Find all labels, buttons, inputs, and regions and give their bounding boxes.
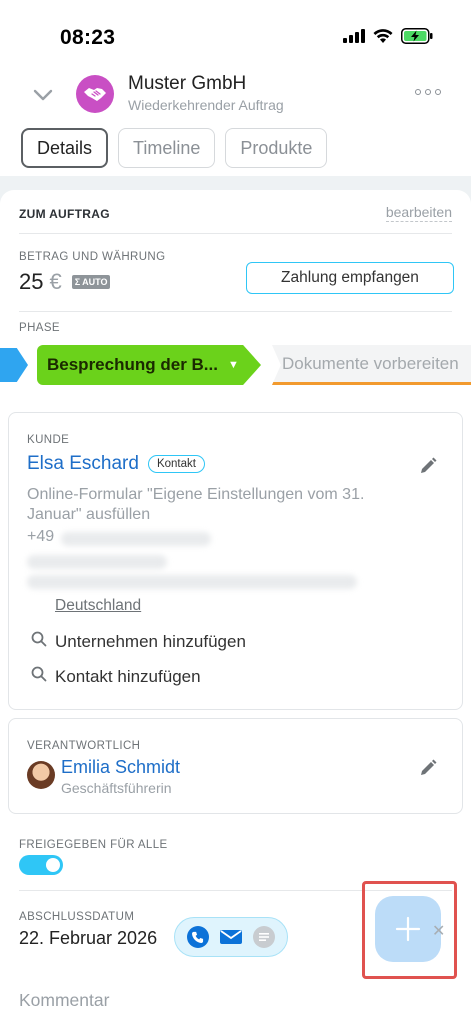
- mail-icon[interactable]: [219, 926, 242, 948]
- phase-current[interactable]: Besprechung der B... ▼: [37, 345, 261, 385]
- phase-next-label: Dokumente vorbereiten: [282, 353, 459, 373]
- plus-icon: [395, 916, 421, 942]
- contact-badge: Kontakt: [147, 455, 205, 473]
- phase-selector: Besprechung der B... ▼ Dokumente vorbere…: [0, 345, 471, 385]
- phone-prefix: +49: [27, 528, 55, 545]
- handshake-icon: [76, 75, 114, 113]
- responsible-label: VERANTWORTLICH: [27, 740, 141, 752]
- client-phone[interactable]: +49: [27, 528, 54, 546]
- more-options-icon[interactable]: [415, 86, 441, 98]
- responsible-name[interactable]: Emilia Schmidt: [61, 757, 180, 778]
- shared-label: FREIGEGEBEN FÜR ALLE: [19, 839, 168, 851]
- amount: 25: [19, 269, 44, 294]
- responsible-card: VERANTWORTLICH Emilia Schmidt Geschäftsf…: [8, 718, 463, 814]
- client-description: Online-Formular "Eigene Einstellungen vo…: [27, 486, 365, 523]
- search-icon: [31, 666, 47, 687]
- chat-icon[interactable]: [253, 926, 276, 948]
- currency: €: [49, 269, 62, 294]
- tab-products[interactable]: Produkte: [225, 128, 328, 168]
- shared-toggle[interactable]: [19, 855, 63, 875]
- status-bar: 08:23: [0, 0, 471, 70]
- caret-down-icon: ▼: [227, 359, 239, 371]
- add-company-link[interactable]: Unternehmen hinzufügen: [31, 631, 246, 652]
- search-icon: [31, 631, 47, 652]
- wifi-icon: [373, 28, 393, 49]
- status-time: 08:23: [60, 26, 116, 49]
- receive-payment-button[interactable]: Zahlung empfangen: [246, 262, 454, 294]
- header: Muster GmbH Wiederkehrender Auftrag: [0, 70, 471, 120]
- close-date-label: ABSCHLUSSDATUM: [19, 911, 135, 923]
- phone-icon[interactable]: [186, 926, 209, 948]
- avatar: [27, 761, 55, 789]
- amount-value: 25 € Σ AUTO: [19, 269, 111, 295]
- divider: [19, 233, 452, 234]
- chevron-down-icon[interactable]: [30, 82, 56, 108]
- responsible-role: Geschäftsführerin: [61, 780, 172, 796]
- client-country[interactable]: Deutschland: [55, 597, 141, 615]
- deal-subtitle: Wiederkehrender Auftrag: [128, 97, 284, 113]
- tab-timeline[interactable]: Timeline: [118, 128, 216, 168]
- tab-bar: Details Timeline Produkte: [21, 128, 328, 168]
- edit-pencil-icon[interactable]: [417, 455, 439, 477]
- email-redacted: [27, 555, 167, 569]
- status-icons: [343, 28, 433, 49]
- edit-pencil-icon[interactable]: [417, 757, 439, 779]
- phone-number-redacted: [61, 532, 211, 546]
- phase-previous[interactable]: [0, 348, 28, 382]
- auto-badge: Σ AUTO: [71, 275, 111, 289]
- section-title: ZUM AUFTRAG: [19, 207, 110, 221]
- comment-label[interactable]: Kommentar: [19, 990, 109, 1011]
- address-redacted: [27, 575, 357, 589]
- divider: [19, 311, 452, 312]
- client-label: KUNDE: [27, 434, 70, 446]
- add-contact-label: Kontakt hinzufügen: [55, 666, 201, 686]
- client-card: KUNDE Elsa Eschard Kontakt Online-Formul…: [8, 412, 463, 710]
- sum-icon: Σ: [74, 277, 81, 287]
- tab-details[interactable]: Details: [21, 128, 109, 168]
- phase-next[interactable]: Dokumente vorbereiten: [272, 345, 471, 385]
- phase-label: PHASE: [19, 322, 60, 334]
- communication-bar: [174, 917, 288, 957]
- close-icon[interactable]: ✕: [432, 921, 445, 941]
- phase-current-label: Besprechung der B...: [47, 355, 218, 374]
- amount-label: BETRAG UND WÄHRUNG: [19, 251, 166, 263]
- signal-icon: [343, 29, 365, 48]
- edit-link[interactable]: bearbeiten: [385, 204, 452, 222]
- client-name-row: Elsa Eschard Kontakt: [27, 453, 205, 475]
- auto-badge-label: AUTO: [82, 277, 108, 287]
- deal-title: Muster GmbH: [128, 73, 247, 94]
- close-date-value[interactable]: 22. Februar 2026: [19, 928, 157, 949]
- add-company-label: Unternehmen hinzufügen: [55, 631, 246, 651]
- battery-charging-icon: [401, 28, 433, 49]
- add-contact-link[interactable]: Kontakt hinzufügen: [31, 666, 201, 687]
- client-name[interactable]: Elsa Eschard: [27, 453, 139, 475]
